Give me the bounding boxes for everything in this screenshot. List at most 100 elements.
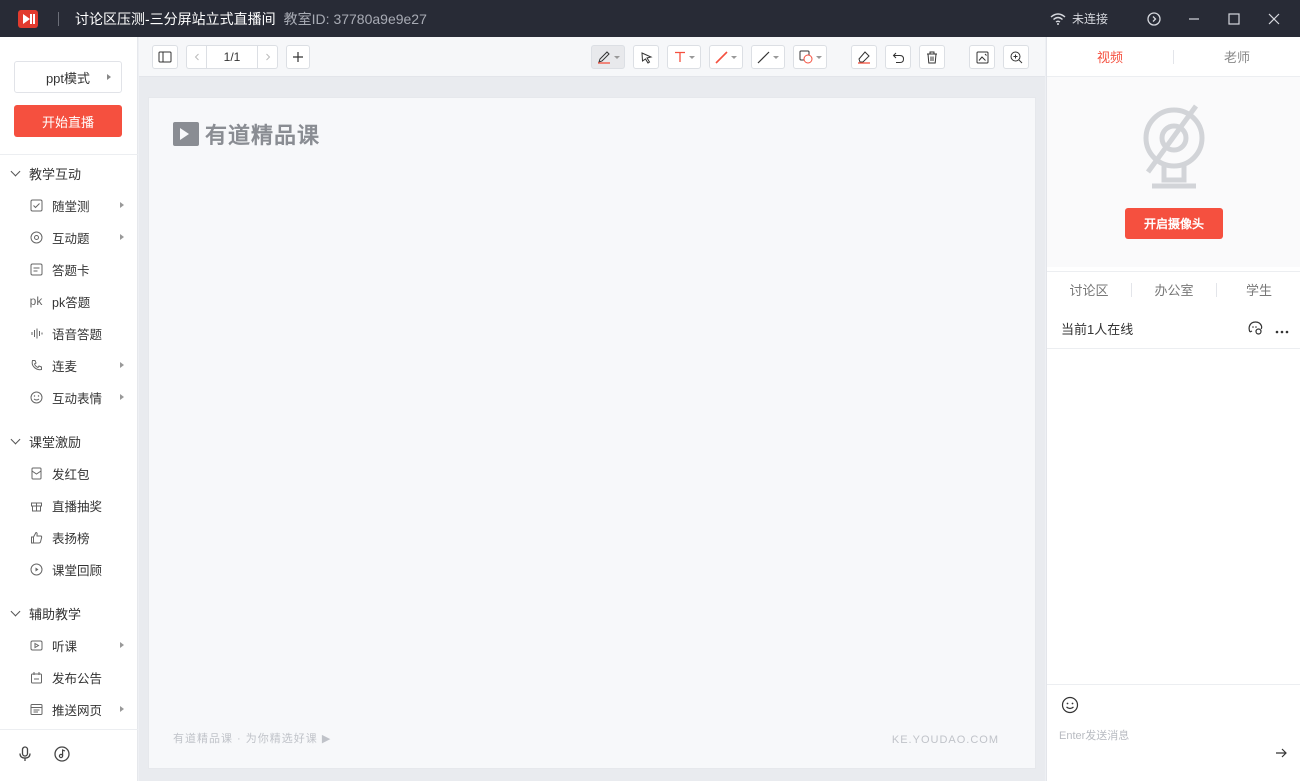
cursor-icon	[640, 51, 653, 64]
sidebar-item-label: 发布公告	[52, 671, 103, 686]
sidebar-item-listen[interactable]: 听课	[0, 629, 138, 661]
slide-footer-slogan: 有道精品课 · 为你精选好课 ▶	[173, 733, 332, 745]
section-header[interactable]: 课堂激励	[0, 425, 138, 457]
room-id: 教室ID: 37780a9e9e27	[283, 10, 427, 27]
delete-button[interactable]	[919, 45, 945, 69]
sidebar-item-interactive-question[interactable]: 互动题	[0, 221, 138, 253]
select-tool-button[interactable]	[633, 45, 659, 69]
sidebar-item-pk[interactable]: pk pk答题	[0, 285, 138, 317]
sidebar-item-label: 听课	[52, 639, 78, 654]
music-icon	[54, 746, 70, 762]
announcement-icon	[28, 669, 44, 685]
sidebar-item-class-review[interactable]: 课堂回顾	[0, 553, 138, 585]
sidebar-item-label: 连麦	[52, 359, 78, 374]
section-header[interactable]: 辅助教学	[0, 597, 138, 629]
tab-discussion[interactable]: 讨论区	[1047, 280, 1131, 299]
pk-icon: pk	[29, 294, 43, 308]
sidebar-item-red-packet[interactable]: 发红包	[0, 457, 138, 489]
caret-right-icon	[120, 362, 124, 368]
next-page-button[interactable]	[258, 45, 278, 69]
chevron-right-icon	[265, 53, 270, 61]
slide-logo: 有道精品课	[173, 118, 320, 150]
shape-tool-button[interactable]	[793, 45, 827, 69]
filter-button[interactable]	[1248, 321, 1263, 338]
sidebar-divider	[0, 154, 138, 155]
music-button[interactable]	[54, 746, 70, 765]
caret-right-icon	[120, 706, 124, 712]
camera-preview: 开启摄像头	[1047, 77, 1300, 267]
emoji-button[interactable]	[1061, 696, 1079, 717]
undo-icon	[892, 52, 904, 63]
sidebar-item-quiz[interactable]: 随堂测	[0, 189, 138, 221]
smile-icon	[28, 389, 44, 405]
gift-icon	[28, 497, 44, 513]
more-button[interactable]	[1275, 322, 1289, 337]
text-tool-button[interactable]	[667, 45, 701, 69]
voice-icon	[28, 325, 44, 341]
sidebar-item-label: 随堂测	[52, 199, 90, 214]
tab-office[interactable]: 办公室	[1132, 280, 1216, 299]
insert-image-button[interactable]	[969, 45, 995, 69]
title-divider	[58, 11, 59, 26]
page-indicator[interactable]: 1/1	[206, 45, 258, 69]
sidebar-item-interactive-emoji[interactable]: 互动表情	[0, 381, 138, 413]
whiteboard-canvas[interactable]: 有道精品课 有道精品课 · 为你精选好课 ▶ KE.YOUDAO.COM	[139, 77, 1045, 781]
section-title: 辅助教学	[29, 606, 82, 622]
prev-page-button[interactable]	[186, 45, 206, 69]
sidebar-item-praise-board[interactable]: 表扬榜	[0, 521, 138, 553]
sidebar-item-label: 推送网页	[52, 703, 103, 718]
microphone-button[interactable]	[18, 746, 32, 765]
send-button[interactable]	[1275, 745, 1287, 761]
section-class-incentive: 课堂激励 发红包 直播抽奖 表扬榜 课堂回顾	[0, 425, 138, 585]
listen-icon	[28, 637, 44, 653]
line-color-button[interactable]	[709, 45, 743, 69]
close-button[interactable]	[1254, 0, 1294, 37]
zoom-in-button[interactable]	[1003, 45, 1029, 69]
sidebar-item-mic-link[interactable]: 连麦	[0, 349, 138, 381]
sidebar-item-push-webpage[interactable]: 推送网页	[0, 693, 138, 725]
section-assist-teaching: 辅助教学 听课 发布公告 推送网页	[0, 597, 138, 725]
eraser-button[interactable]	[851, 45, 877, 69]
close-icon	[1268, 13, 1280, 24]
red-packet-icon	[28, 465, 44, 481]
caret-right-icon	[120, 394, 124, 400]
slide-footer-url: KE.YOUDAO.COM	[891, 734, 999, 746]
sidebar-item-voice[interactable]: 语音答题	[0, 317, 138, 349]
online-status-bar: 当前1人在线	[1047, 309, 1300, 349]
maximize-button[interactable]	[1214, 0, 1254, 37]
sidebar-item-announcement[interactable]: 发布公告	[0, 661, 138, 693]
tab-video[interactable]: 视频	[1047, 47, 1173, 66]
line-tool-button[interactable]	[751, 45, 785, 69]
add-page-button[interactable]	[286, 45, 310, 69]
toggle-panel-button[interactable]	[152, 45, 178, 69]
wifi-icon	[1050, 12, 1066, 25]
help-button[interactable]	[1134, 0, 1174, 37]
phone-icon	[28, 357, 44, 373]
interactive-question-icon	[28, 229, 44, 245]
thumbs-up-icon	[28, 529, 44, 545]
ppt-slide[interactable]: 有道精品课 有道精品课 · 为你精选好课 ▶ KE.YOUDAO.COM	[148, 97, 1036, 769]
sidebar-item-label: 语音答题	[52, 327, 103, 342]
sidebar-item-answer-card[interactable]: 答题卡	[0, 253, 138, 285]
message-input[interactable]	[1059, 725, 1259, 747]
webpage-icon	[28, 701, 44, 717]
youdao-logo-icon	[173, 122, 199, 146]
sidebar-item-label: 发红包	[52, 467, 90, 482]
section-header[interactable]: 教学互动	[0, 157, 138, 189]
caret-right-icon	[120, 234, 124, 240]
sidebar-item-lottery[interactable]: 直播抽奖	[0, 489, 138, 521]
sidebar-item-label: 答题卡	[52, 263, 90, 278]
replay-icon	[28, 561, 44, 577]
plus-icon	[293, 52, 303, 62]
minimize-button[interactable]	[1174, 0, 1214, 37]
tab-teacher[interactable]: 老师	[1174, 47, 1300, 66]
chat-settings-icon	[1248, 321, 1263, 335]
start-live-button[interactable]: 开始直播	[14, 105, 122, 137]
mode-select[interactable]: ppt模式	[14, 61, 122, 93]
left-sidebar: ppt模式 开始直播 教学互动 随堂测 互动题 答题卡 pk pk答题 语音答题	[0, 37, 138, 781]
sidebar-item-label: 直播抽奖	[52, 499, 103, 514]
open-camera-button[interactable]: 开启摄像头	[1125, 208, 1223, 239]
tab-students[interactable]: 学生	[1217, 280, 1300, 299]
undo-button[interactable]	[885, 45, 911, 69]
pen-tool-button[interactable]	[591, 45, 625, 69]
